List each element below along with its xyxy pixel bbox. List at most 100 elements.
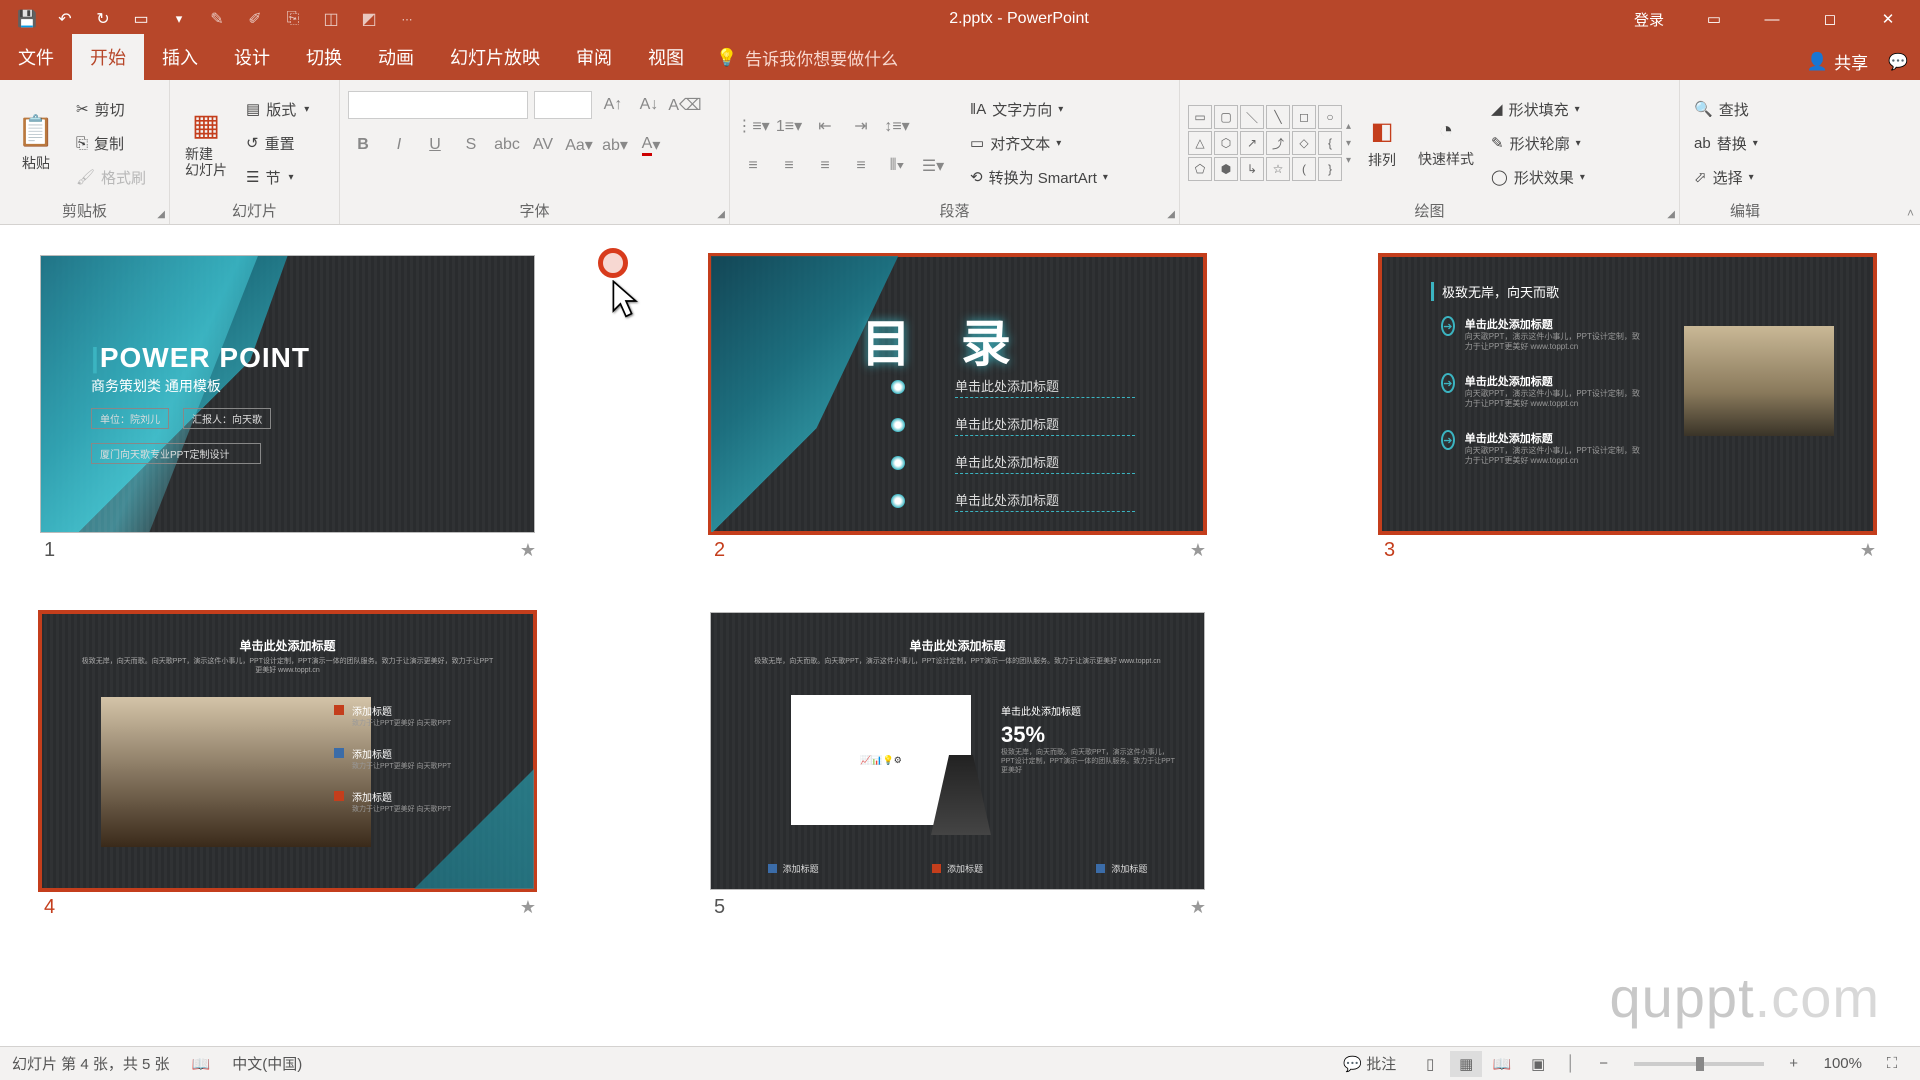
collapse-ribbon-icon[interactable]: ˄: [1907, 206, 1914, 220]
font-name-input[interactable]: [348, 91, 528, 119]
gallery-down-icon[interactable]: ▾: [1346, 138, 1351, 149]
zoom-out-icon[interactable]: −: [1588, 1051, 1620, 1077]
format-painter-button[interactable]: 🖌格式刷: [70, 162, 152, 192]
qat-more-icon[interactable]: ⋯: [390, 2, 424, 36]
tab-design[interactable]: 设计: [216, 34, 288, 80]
font-size-input[interactable]: [534, 91, 592, 119]
section-button[interactable]: ☰节▾: [240, 162, 315, 192]
status-language[interactable]: 中文(中国): [232, 1053, 302, 1074]
spellcheck-icon[interactable]: 📖: [192, 1055, 211, 1073]
underline-icon[interactable]: U: [420, 130, 450, 160]
cut-button[interactable]: ✂剪切: [70, 94, 152, 124]
animation-star-icon[interactable]: ★: [1860, 540, 1876, 561]
line-spacing-icon[interactable]: ↕≡▾: [882, 111, 912, 141]
tab-file[interactable]: 文件: [0, 34, 72, 80]
animation-star-icon[interactable]: ★: [1190, 540, 1206, 561]
strike-icon[interactable]: S: [456, 130, 486, 160]
share-button[interactable]: 👤 共享: [1807, 49, 1868, 74]
launcher-icon[interactable]: ◢: [157, 209, 165, 220]
tab-transitions[interactable]: 切换: [288, 34, 360, 80]
qat-tool5-icon[interactable]: ◩: [352, 2, 386, 36]
bullets-icon[interactable]: ⋮≡▾: [738, 111, 768, 141]
reset-button[interactable]: ↺重置: [240, 128, 315, 158]
find-button[interactable]: 🔍查找: [1688, 94, 1764, 124]
shape-outline-button[interactable]: ✎形状轮廓▾: [1485, 128, 1591, 158]
fit-to-window-icon[interactable]: ⛶: [1876, 1051, 1908, 1077]
layout-button[interactable]: ▤版式▾: [240, 94, 315, 124]
align-center-icon[interactable]: ≡: [774, 151, 804, 181]
start-from-beginning-icon[interactable]: ▭: [124, 2, 158, 36]
convert-smartart-button[interactable]: ⟲转换为 SmartArt▾: [964, 162, 1114, 192]
qat-tool4-icon[interactable]: ◫: [314, 2, 348, 36]
shape-effects-button[interactable]: ◯形状效果▾: [1485, 162, 1591, 192]
ribbon-display-icon[interactable]: ▭: [1686, 0, 1742, 38]
tab-animations[interactable]: 动画: [360, 34, 432, 80]
zoom-in-icon[interactable]: +: [1778, 1051, 1810, 1077]
slideshow-view-icon[interactable]: ▣: [1522, 1051, 1554, 1077]
decrease-font-icon[interactable]: A↓: [634, 90, 664, 120]
gallery-more-icon[interactable]: ▾: [1346, 155, 1351, 166]
distribute-icon[interactable]: ☰▾: [918, 151, 948, 181]
maximize-icon[interactable]: ◻: [1802, 0, 1858, 38]
font-color-icon[interactable]: A▾: [636, 130, 666, 160]
slide-thumbnail-2[interactable]: 目 录 单击此处添加标题 单击此处添加标题 单击此处添加标题 单击此处添加标题 …: [710, 255, 1210, 562]
animation-star-icon[interactable]: ★: [520, 540, 536, 561]
tab-review[interactable]: 审阅: [558, 34, 630, 80]
sorter-view-icon[interactable]: ▦: [1450, 1051, 1482, 1077]
qat-tool-icon[interactable]: ✎: [200, 2, 234, 36]
tab-slideshow[interactable]: 幻灯片放映: [432, 34, 558, 80]
qat-tool2-icon[interactable]: ✐: [238, 2, 272, 36]
normal-view-icon[interactable]: ▯: [1414, 1051, 1446, 1077]
shape-fill-button[interactable]: ◢形状填充▾: [1485, 94, 1591, 124]
qat-tool3-icon[interactable]: ⎘: [276, 2, 310, 36]
tab-home[interactable]: 开始: [72, 34, 144, 80]
columns-icon[interactable]: ⫴▾: [882, 151, 912, 181]
text-direction-button[interactable]: ‖A文字方向▾: [964, 94, 1114, 124]
slide-thumbnail-1[interactable]: |POWER POINT 商务策划类 通用模板 单位：院刘儿 汇报人：向天歌 厦…: [40, 255, 540, 562]
tell-me-search[interactable]: 💡 告诉我你想要做什么: [702, 35, 912, 80]
tab-view[interactable]: 视图: [630, 34, 702, 80]
qat-icon[interactable]: ▾: [162, 2, 196, 36]
save-icon[interactable]: 💾: [10, 2, 44, 36]
new-slide-button[interactable]: ▦ 新建 幻灯片: [178, 93, 234, 193]
redo-icon[interactable]: ↻: [86, 2, 120, 36]
replace-button[interactable]: ab替换▾: [1688, 128, 1764, 158]
quick-styles-button[interactable]: ◔ 快速样式: [1413, 93, 1479, 193]
minimize-icon[interactable]: —: [1744, 0, 1800, 38]
comments-button[interactable]: 💬 批注: [1343, 1053, 1396, 1074]
increase-indent-icon[interactable]: ⇥: [846, 111, 876, 141]
align-text-button[interactable]: ▭对齐文本▾: [964, 128, 1114, 158]
reading-view-icon[interactable]: 📖: [1486, 1051, 1518, 1077]
paste-button[interactable]: 📋 粘贴: [8, 93, 64, 193]
decrease-indent-icon[interactable]: ⇤: [810, 111, 840, 141]
tab-insert[interactable]: 插入: [144, 34, 216, 80]
select-button[interactable]: ⬀选择▾: [1688, 162, 1764, 192]
gallery-up-icon[interactable]: ▴: [1346, 121, 1351, 132]
justify-icon[interactable]: ≡: [846, 151, 876, 181]
numbering-icon[interactable]: 1≡▾: [774, 111, 804, 141]
highlight-icon[interactable]: ab▾: [600, 130, 630, 160]
login-button[interactable]: 登录: [1614, 0, 1684, 38]
comments-pane-icon[interactable]: 💬: [1888, 52, 1908, 72]
animation-star-icon[interactable]: ★: [520, 897, 536, 918]
launcher-icon[interactable]: ◢: [1167, 209, 1175, 220]
copy-button[interactable]: ⎘复制: [70, 128, 152, 158]
zoom-slider[interactable]: [1634, 1062, 1764, 1066]
bold-icon[interactable]: B: [348, 130, 378, 160]
shadow-icon[interactable]: abc: [492, 130, 522, 160]
increase-font-icon[interactable]: A↑: [598, 90, 628, 120]
slide-thumbnail-3[interactable]: 极致无岸，向天而歌 ➔单击此处添加标题向天歌PPT，演示这件小事儿，PPT设计定…: [1380, 255, 1880, 562]
launcher-icon[interactable]: ◢: [717, 209, 725, 220]
align-right-icon[interactable]: ≡: [810, 151, 840, 181]
arrange-button[interactable]: ◧ 排列: [1357, 93, 1407, 193]
animation-star-icon[interactable]: ★: [1190, 897, 1206, 918]
italic-icon[interactable]: I: [384, 130, 414, 160]
undo-icon[interactable]: ↶: [48, 2, 82, 36]
change-case-icon[interactable]: Aa▾: [564, 130, 594, 160]
launcher-icon[interactable]: ◢: [1667, 209, 1675, 220]
slide-thumbnail-4[interactable]: 单击此处添加标题 极致无岸，向天而歌。向天歌PPT，演示这件小事儿，PPT设计定…: [40, 612, 540, 919]
close-icon[interactable]: ✕: [1860, 0, 1916, 38]
char-spacing-icon[interactable]: AV: [528, 130, 558, 160]
slide-thumbnail-5[interactable]: 单击此处添加标题 极致无岸，向天而歌。向天歌PPT，演示这件小事儿，PPT设计定…: [710, 612, 1210, 919]
shapes-gallery[interactable]: ▭▢＼╲◻○ △⬡↗⤴◇{ ⬠⬢↳☆(}: [1188, 105, 1342, 181]
